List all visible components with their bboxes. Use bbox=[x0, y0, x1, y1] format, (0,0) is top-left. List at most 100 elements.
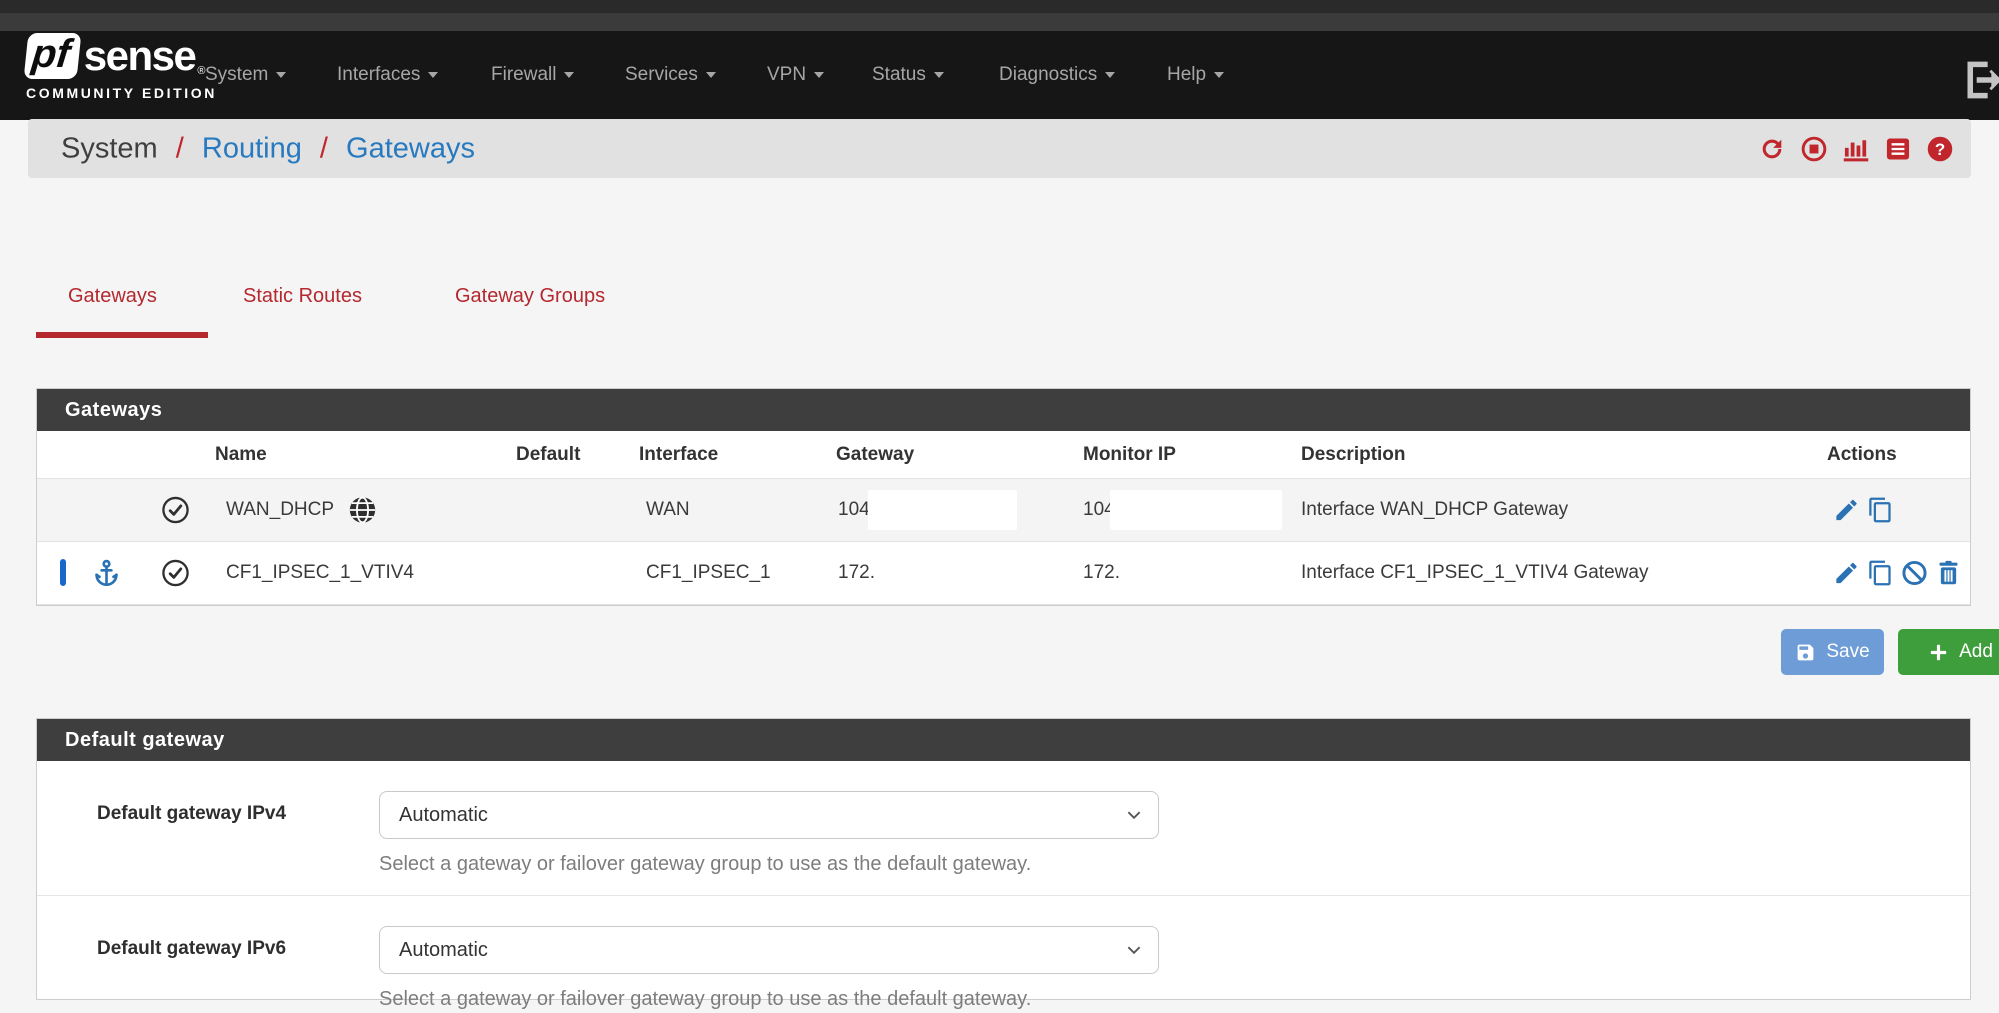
table-row-cf1-ipsec: CF1_IPSEC_1_VTIV4 CF1_IPSEC_1 172. 172. … bbox=[37, 542, 1970, 605]
nav-menu-label: Status bbox=[872, 64, 926, 85]
save-icon bbox=[1795, 642, 1816, 663]
stop-icon[interactable] bbox=[1800, 135, 1828, 163]
gateways-table-header: Name Default Interface Gateway Monitor I… bbox=[37, 431, 1970, 479]
column-header-actions: Actions bbox=[1827, 444, 1897, 466]
caret-down-icon bbox=[706, 72, 716, 78]
column-header-gateway: Gateway bbox=[836, 444, 914, 466]
nav-menu-services[interactable]: Services bbox=[625, 64, 716, 86]
panel-title: Gateways bbox=[65, 399, 162, 422]
log-icon[interactable] bbox=[1884, 135, 1912, 163]
breadcrumb: System / Routing / Gateways bbox=[61, 132, 475, 165]
navbar-sub-strip bbox=[0, 13, 1999, 31]
gateway-description: Interface WAN_DHCP Gateway bbox=[1301, 499, 1568, 521]
active-tab-indicator bbox=[36, 332, 208, 338]
nav-menu-label: Help bbox=[1167, 64, 1206, 85]
default-gateway-panel-header: Default gateway bbox=[37, 719, 1970, 761]
sign-out-icon[interactable] bbox=[1962, 58, 1999, 94]
field-help-text: Select a gateway or failover gateway gro… bbox=[379, 853, 1031, 876]
breadcrumb-section: System bbox=[61, 132, 158, 164]
ban-icon[interactable] bbox=[1901, 560, 1928, 587]
monitor-ip: 172. bbox=[1083, 562, 1120, 584]
redacted-monitor-value bbox=[1110, 490, 1282, 530]
check-circle-icon bbox=[161, 559, 190, 588]
navbar-top-strip bbox=[0, 0, 1999, 13]
panel-title: Default gateway bbox=[65, 729, 225, 752]
gateways-panel-header: Gateways bbox=[37, 389, 1970, 431]
column-header-name: Name bbox=[215, 444, 267, 466]
trash-icon[interactable] bbox=[1935, 560, 1962, 587]
gateway-name: WAN_DHCP bbox=[226, 499, 334, 521]
copy-icon[interactable] bbox=[1867, 560, 1894, 587]
nav-menu-firewall[interactable]: Firewall bbox=[491, 64, 574, 86]
select-value: Automatic bbox=[399, 804, 488, 827]
logo-pf-mark: pf bbox=[24, 33, 82, 79]
pfsense-logo[interactable]: pf sense ® COMMUNITY EDITION bbox=[26, 33, 217, 101]
field-label: Default gateway IPv6 bbox=[97, 938, 286, 960]
breadcrumb-separator: / bbox=[176, 132, 184, 164]
add-button-label: Add bbox=[1959, 641, 1993, 663]
field-default-gateway-ipv6: Default gateway IPv6 Automatic Select a … bbox=[37, 895, 1970, 1013]
nav-menu-help[interactable]: Help bbox=[1167, 64, 1224, 86]
check-circle-icon bbox=[161, 496, 190, 525]
caret-down-icon bbox=[428, 72, 438, 78]
page-header-bar: System / Routing / Gateways ? bbox=[28, 119, 1971, 178]
tab-gateway-groups[interactable]: Gateway Groups bbox=[455, 285, 605, 308]
breadcrumb-link-routing[interactable]: Routing bbox=[202, 132, 302, 164]
default-gateway-ipv6-select[interactable]: Automatic bbox=[379, 926, 1159, 974]
field-label: Default gateway IPv4 bbox=[97, 803, 286, 825]
field-default-gateway-ipv4: Default gateway IPv4 Automatic Select a … bbox=[37, 761, 1970, 895]
globe-icon bbox=[348, 496, 377, 525]
nav-menu-label: Services bbox=[625, 64, 698, 85]
caret-down-icon bbox=[1214, 72, 1224, 78]
nav-menu-diagnostics[interactable]: Diagnostics bbox=[999, 64, 1115, 86]
refresh-icon[interactable] bbox=[1758, 135, 1786, 163]
gateways-panel: Gateways Name Default Interface Gateway … bbox=[36, 388, 1971, 606]
plus-icon bbox=[1928, 642, 1949, 663]
breadcrumb-link-gateways[interactable]: Gateways bbox=[346, 132, 475, 164]
table-row-wan-dhcp: WAN_DHCP WAN 104. 104. Interface WAN_DHC… bbox=[37, 479, 1970, 542]
edit-icon[interactable] bbox=[1833, 497, 1860, 524]
logo-sense-text: sense bbox=[84, 35, 196, 77]
page-header-actions: ? bbox=[1758, 135, 1954, 163]
svg-text:?: ? bbox=[1935, 139, 1945, 158]
default-gateway-ipv4-select[interactable]: Automatic bbox=[379, 791, 1159, 839]
edit-icon[interactable] bbox=[1833, 560, 1860, 587]
select-value: Automatic bbox=[399, 939, 488, 962]
caret-down-icon bbox=[1105, 72, 1115, 78]
chevron-down-icon bbox=[1125, 941, 1143, 959]
help-icon[interactable]: ? bbox=[1926, 135, 1954, 163]
caret-down-icon bbox=[934, 72, 944, 78]
nav-menu-status[interactable]: Status bbox=[872, 64, 944, 86]
copy-icon[interactable] bbox=[1867, 497, 1894, 524]
save-button-label: Save bbox=[1826, 641, 1869, 663]
nav-menu-label: VPN bbox=[767, 64, 806, 85]
caret-down-icon bbox=[276, 72, 286, 78]
tab-static-routes[interactable]: Static Routes bbox=[243, 285, 362, 308]
caret-down-icon bbox=[564, 72, 574, 78]
nav-menu-label: Diagnostics bbox=[999, 64, 1097, 85]
gateway-interface: WAN bbox=[646, 499, 690, 521]
nav-menu-interfaces[interactable]: Interfaces bbox=[337, 64, 438, 86]
breadcrumb-separator: / bbox=[320, 132, 328, 164]
nav-menu-label: Interfaces bbox=[337, 64, 420, 85]
add-button[interactable]: Add bbox=[1898, 629, 1999, 675]
chart-bar-icon[interactable] bbox=[1842, 135, 1870, 163]
column-header-monitor-ip: Monitor IP bbox=[1083, 444, 1176, 466]
gateway-checkbox[interactable] bbox=[60, 562, 66, 584]
top-navbar: pf sense ® COMMUNITY EDITION System Inte… bbox=[0, 0, 1999, 120]
gateway-name: CF1_IPSEC_1_VTIV4 bbox=[226, 562, 414, 584]
gateway-address: 172. bbox=[838, 562, 875, 584]
nav-menu-label: Firewall bbox=[491, 64, 556, 85]
save-button[interactable]: Save bbox=[1781, 629, 1884, 675]
column-header-default: Default bbox=[516, 444, 580, 466]
nav-menu-label: System bbox=[205, 64, 268, 85]
nav-menu-vpn[interactable]: VPN bbox=[767, 64, 824, 86]
gateway-description: Interface CF1_IPSEC_1_VTIV4 Gateway bbox=[1301, 562, 1648, 584]
nav-menu-system[interactable]: System bbox=[205, 64, 286, 86]
chevron-down-icon bbox=[1125, 806, 1143, 824]
redacted-gateway-value bbox=[868, 490, 1017, 530]
row-actions bbox=[1833, 497, 1894, 524]
anchor-icon bbox=[92, 559, 121, 588]
tab-gateways[interactable]: Gateways bbox=[68, 285, 157, 308]
column-header-description: Description bbox=[1301, 444, 1406, 466]
